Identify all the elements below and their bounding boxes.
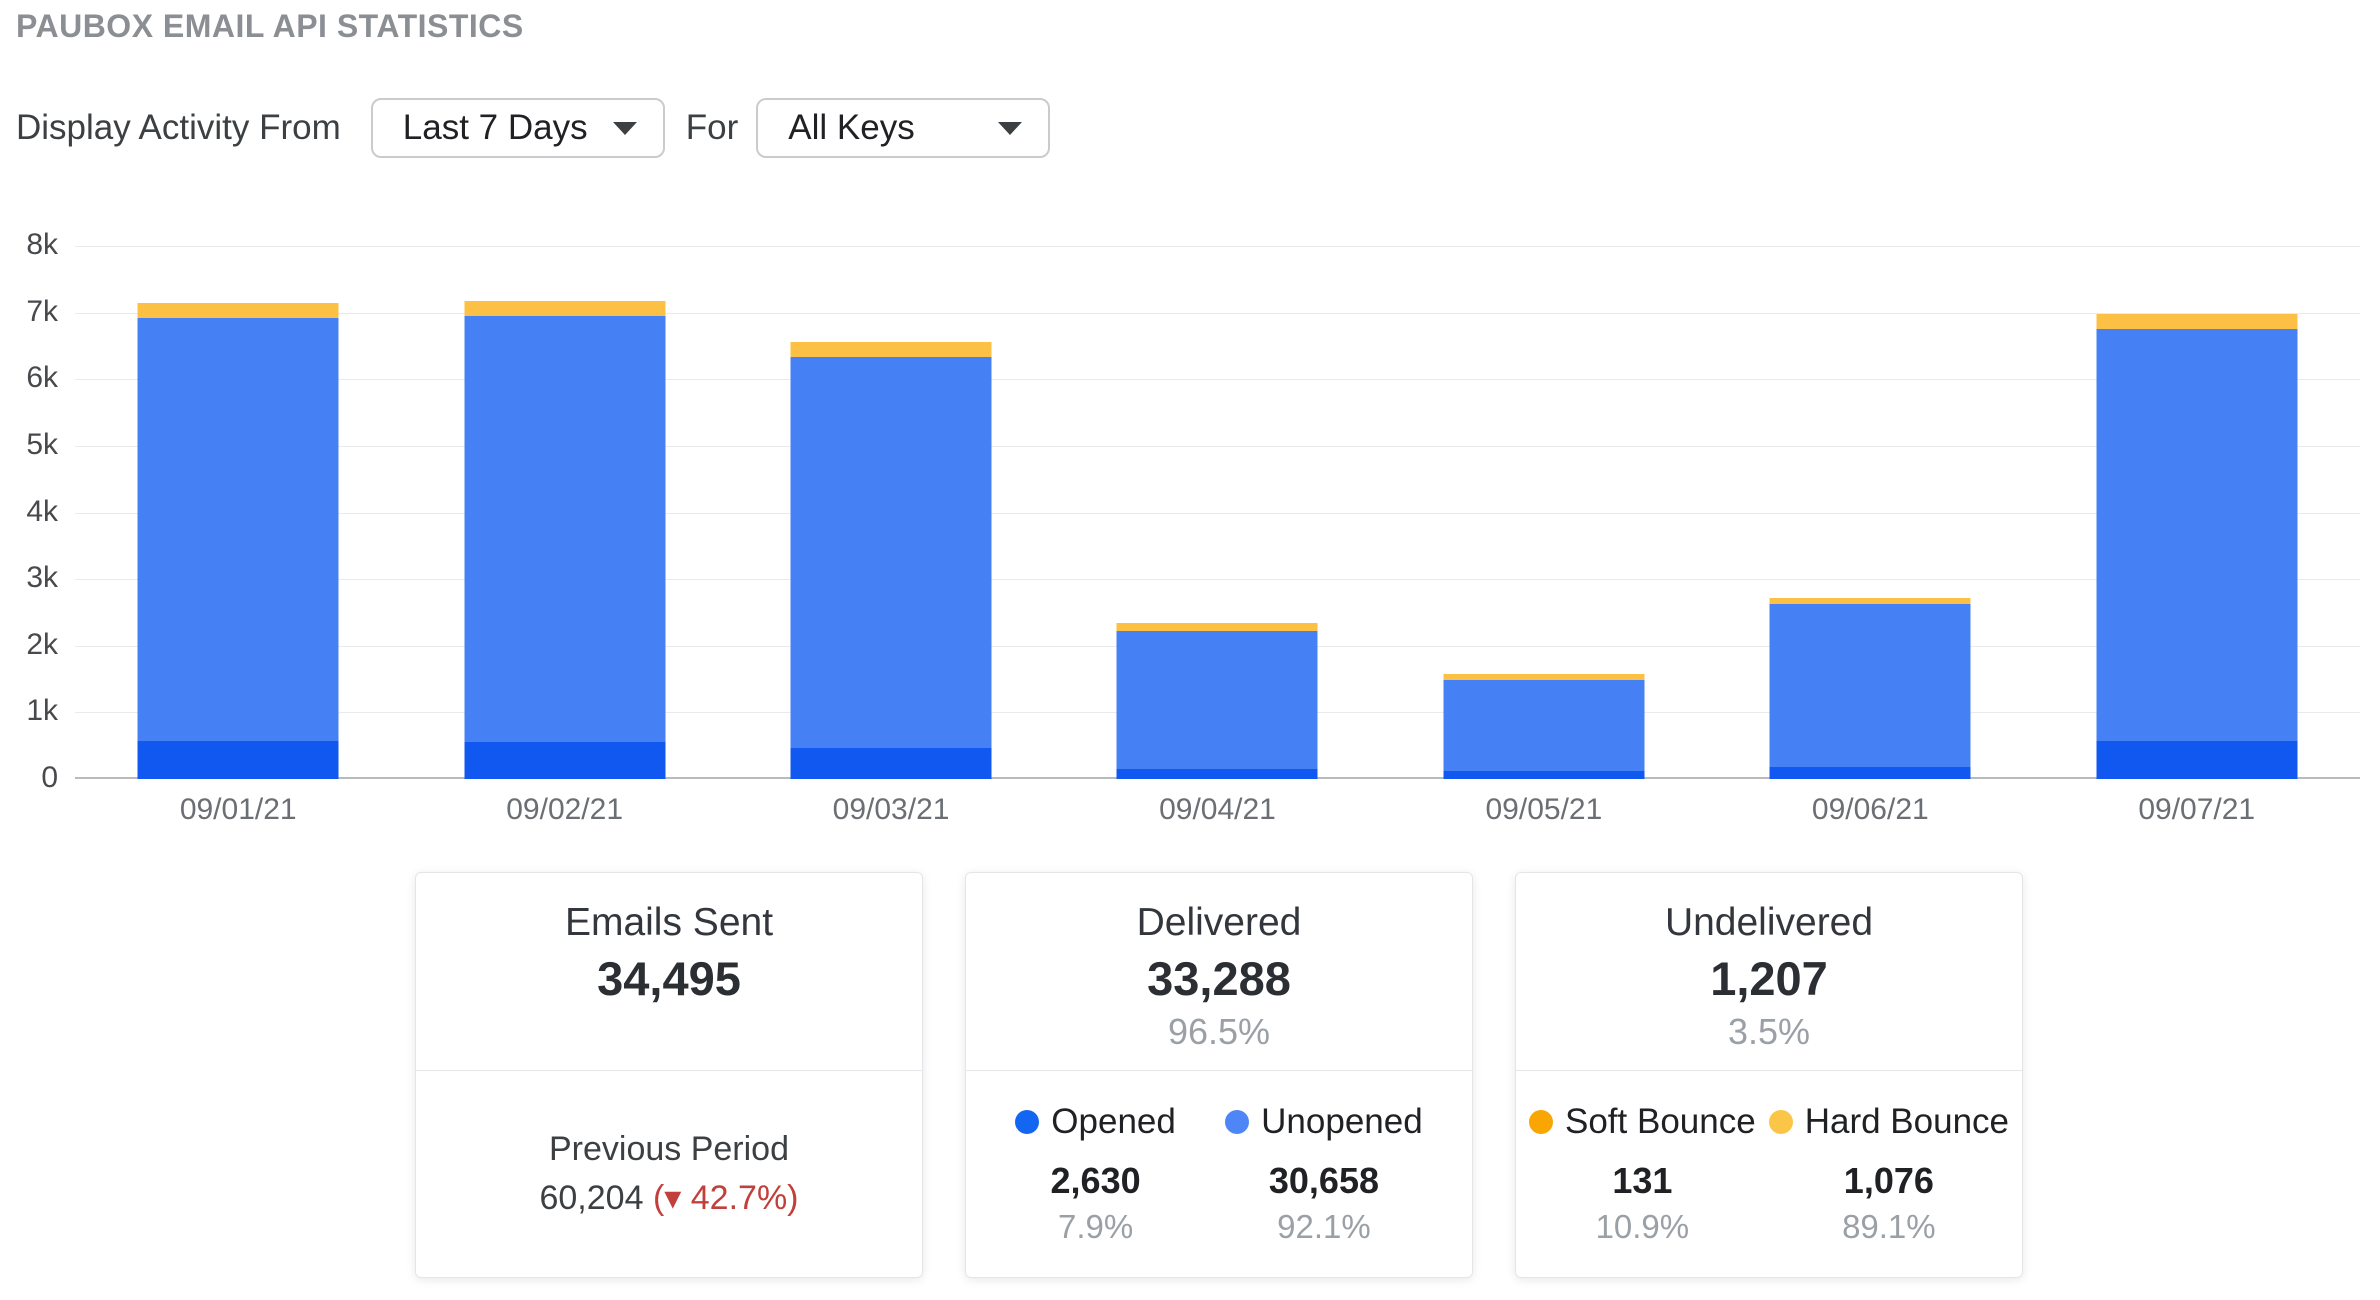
bar-segment-opened-09/06/21[interactable] xyxy=(1769,767,1971,779)
unopened-percent: 92.1% xyxy=(1277,1208,1371,1245)
emails-sent-card: Emails Sent 34,495 Previous Period 60,20… xyxy=(415,872,923,1278)
bar-segment-opened-09/07/21[interactable] xyxy=(2096,740,2298,779)
email-activity-chart: 0 1k 2k 3k 4k 5k 6k 7k 8k 09/01/21 09/02/21 09/03/… xyxy=(0,0,2380,860)
bar-segment-bounces-09/01/21[interactable] xyxy=(137,302,339,319)
undelivered-percent: 3.5% xyxy=(1727,1010,1811,1052)
y-axis-tick-3k: 3k xyxy=(26,561,58,595)
bar-slot xyxy=(1054,246,1380,779)
stacked-bar-09/03/21[interactable] xyxy=(790,342,992,779)
y-axis-tick-0: 0 xyxy=(41,761,58,794)
unopened-legend-label: Unopened xyxy=(1261,1102,1423,1141)
bar-slot xyxy=(1381,246,1707,779)
bar-segment-unopened-09/04/21[interactable] xyxy=(1116,630,1318,769)
bar-segment-unopened-09/01/21[interactable] xyxy=(137,318,339,741)
bar-slot xyxy=(401,246,727,779)
stacked-bar-09/06/21[interactable] xyxy=(1769,598,1971,779)
y-axis-tick-8k: 8k xyxy=(26,228,58,261)
opened-percent: 7.9% xyxy=(1057,1208,1134,1245)
hard-bounce-legend-dot-icon xyxy=(1768,1110,1793,1134)
bar-segment-bounces-09/02/21[interactable] xyxy=(464,301,666,317)
chart-x-axis-labels: 09/01/21 09/02/21 09/03/21 09/04/21 09/05/21… xyxy=(75,793,2360,827)
soft-bounce-legend-label: Soft Bounce xyxy=(1565,1102,1756,1141)
unopened-legend-dot-icon xyxy=(1225,1110,1250,1134)
stacked-bar-09/04/21[interactable] xyxy=(1116,623,1318,779)
previous-period-value: 60,204 (▾ 42.7%) xyxy=(539,1179,799,1217)
hard-bounce-legend-item: Hard Bounce 1,076 89.1% xyxy=(1768,1102,2009,1246)
y-axis-tick-5k: 5k xyxy=(26,427,58,461)
stacked-bar-09/07/21[interactable] xyxy=(2096,313,2298,779)
bar-slot xyxy=(728,246,1054,779)
bar-segment-bounces-09/07/21[interactable] xyxy=(2096,313,2298,330)
card-title: Delivered xyxy=(1136,901,1302,944)
bar-slot xyxy=(75,246,401,779)
opened-count: 2,630 xyxy=(1050,1160,1141,1201)
bar-segment-unopened-09/02/21[interactable] xyxy=(464,316,666,742)
soft-bounce-count: 131 xyxy=(1612,1160,1673,1201)
hard-bounce-count: 1,076 xyxy=(1843,1160,1934,1201)
y-axis-tick-4k: 4k xyxy=(26,494,58,528)
opened-legend-item: Opened 2,630 7.9% xyxy=(1015,1102,1176,1246)
delivered-percent: 96.5% xyxy=(1167,1010,1271,1052)
bar-segment-opened-09/03/21[interactable] xyxy=(790,747,992,779)
opened-legend-dot-icon xyxy=(1015,1110,1040,1134)
y-axis-tick-6k: 6k xyxy=(26,361,58,395)
opened-legend-label: Opened xyxy=(1051,1102,1176,1141)
previous-period-change: (▾ 42.7%) xyxy=(652,1179,799,1217)
bar-segment-opened-09/04/21[interactable] xyxy=(1116,768,1318,779)
unopened-legend-item: Unopened 30,658 92.1% xyxy=(1225,1102,1423,1246)
delivered-value: 33,288 xyxy=(1147,951,1291,1005)
bar-segment-opened-09/02/21[interactable] xyxy=(464,741,666,779)
bar-segment-bounces-09/03/21[interactable] xyxy=(790,342,992,358)
y-axis-tick-1k: 1k xyxy=(26,694,58,728)
x-axis-tick-09/04/21: 09/04/21 xyxy=(1159,793,1276,826)
unopened-count: 30,658 xyxy=(1268,1160,1379,1201)
hard-bounce-legend-label: Hard Bounce xyxy=(1804,1102,2009,1141)
stacked-bar-09/01/21[interactable] xyxy=(137,302,339,779)
undelivered-value: 1,207 xyxy=(1710,951,1828,1005)
y-axis-tick-2k: 2k xyxy=(26,627,58,661)
chart-plot-area: 0 1k 2k 3k 4k 5k 6k 7k 8k xyxy=(26,228,2360,794)
bar-segment-unopened-09/03/21[interactable] xyxy=(790,357,992,748)
bar-segment-bounces-09/04/21[interactable] xyxy=(1116,623,1318,631)
bar-segment-opened-09/05/21[interactable] xyxy=(1443,771,1645,779)
stacked-bar-09/05/21[interactable] xyxy=(1443,673,1645,779)
previous-period-label: Previous Period xyxy=(548,1129,789,1168)
hard-bounce-percent: 89.1% xyxy=(1842,1208,1936,1245)
x-axis-tick-09/01/21: 09/01/21 xyxy=(179,793,297,826)
bar-segment-unopened-09/07/21[interactable] xyxy=(2096,329,2298,741)
soft-bounce-legend-dot-icon xyxy=(1529,1110,1553,1134)
bar-segment-opened-09/01/21[interactable] xyxy=(137,741,339,779)
y-axis-tick-7k: 7k xyxy=(26,294,58,328)
bars-container xyxy=(75,246,2360,779)
delivered-card: Delivered 33,288 96.5% Opened 2,630 7.9% xyxy=(965,872,1473,1278)
card-title: Emails Sent xyxy=(564,901,774,944)
soft-bounce-legend-item: Soft Bounce 131 10.9% xyxy=(1529,1102,1756,1246)
x-axis-tick-09/02/21: 09/02/21 xyxy=(506,793,624,826)
x-axis-tick-09/05/21: 09/05/21 xyxy=(1485,793,1603,826)
x-axis-tick-09/03/21: 09/03/21 xyxy=(832,793,950,826)
bar-slot xyxy=(2034,246,2360,779)
x-axis-tick-09/06/21: 09/06/21 xyxy=(1811,793,1929,826)
emails-sent-value: 34,495 xyxy=(597,951,741,1005)
bar-segment-unopened-09/05/21[interactable] xyxy=(1443,679,1645,771)
bar-segment-unopened-09/06/21[interactable] xyxy=(1769,603,1971,767)
card-title: Undelivered xyxy=(1664,901,1874,944)
bar-slot xyxy=(1707,246,2033,779)
undelivered-card: Undelivered 1,207 3.5% Soft Bounce 131 1… xyxy=(1515,872,2023,1278)
x-axis-tick-09/07/21: 09/07/21 xyxy=(2138,793,2256,826)
soft-bounce-percent: 10.9% xyxy=(1595,1208,1690,1245)
stacked-bar-09/02/21[interactable] xyxy=(464,301,666,779)
summary-cards-row: Emails Sent 34,495 Previous Period 60,20… xyxy=(415,872,2023,1278)
